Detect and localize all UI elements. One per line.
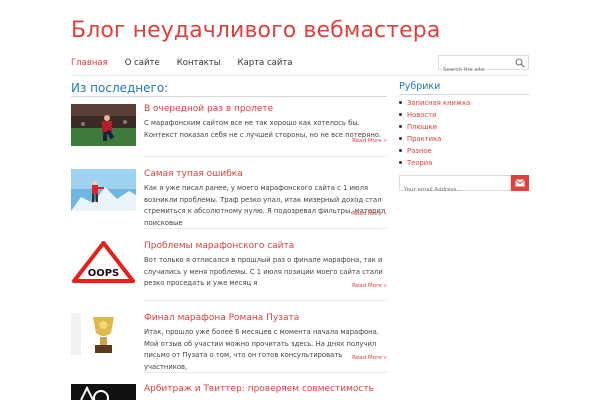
post-thumbnail[interactable] xyxy=(71,384,136,400)
post-separator xyxy=(144,372,387,373)
sidebar-underline xyxy=(399,94,529,95)
post-excerpt: Как я уже писал ранее, у моего марафонск… xyxy=(144,184,386,227)
bullet-icon xyxy=(399,136,402,140)
nav-item-sitemap[interactable]: Карта сайта xyxy=(237,58,292,68)
post-thumbnail[interactable]: OOPS xyxy=(71,241,136,283)
bullet-icon xyxy=(399,100,402,104)
post-item: OOPS Проблемы марафонского сайта Вот тол… xyxy=(71,241,387,303)
post-excerpt: Итак, прошло уже более 6 месяцев с момен… xyxy=(144,328,379,371)
post-title[interactable]: Арбитраж и Твиттер: проверяем совместимо… xyxy=(144,384,374,394)
post-item: Самая тупая ошибка Как я уже писал ранее… xyxy=(71,169,387,231)
search-icon[interactable] xyxy=(515,58,525,68)
category-list: Записная книжка Новости Плюшки Практика … xyxy=(399,97,470,169)
post-thumbnail[interactable] xyxy=(71,169,136,211)
read-more-link[interactable]: Read More » xyxy=(352,211,387,217)
section-title: Из последнего: xyxy=(71,81,169,95)
post-thumbnail[interactable] xyxy=(71,313,136,355)
oops-text: OOPS xyxy=(88,268,120,279)
post-item: В очередной раз в пролете С марафонским … xyxy=(71,104,387,160)
category-item[interactable]: Практика xyxy=(399,133,470,145)
post-separator xyxy=(144,228,387,229)
category-item[interactable]: Записная книжка xyxy=(399,97,470,109)
header-divider xyxy=(71,75,529,76)
post-title[interactable]: В очередной раз в пролете xyxy=(144,104,273,114)
email-field-wrapper xyxy=(399,175,511,197)
post-excerpt: С марафонским сайтом все не так хорошо к… xyxy=(144,119,382,139)
nav-item-contacts[interactable]: Контакты xyxy=(177,58,221,68)
read-more-link[interactable]: Read More » xyxy=(352,283,387,289)
category-item[interactable]: Новости xyxy=(399,109,470,121)
bullet-icon xyxy=(399,160,402,164)
bullet-icon xyxy=(399,124,402,128)
post-item: Арбитраж и Твиттер: проверяем совместимо… xyxy=(71,384,387,400)
sidebar-title: Рубрики xyxy=(399,81,441,92)
category-item[interactable]: Плюшки xyxy=(399,121,470,133)
search-box xyxy=(438,55,529,77)
nav-item-about[interactable]: О сайте xyxy=(125,58,160,68)
category-item[interactable]: Теория xyxy=(399,157,470,169)
email-field[interactable] xyxy=(400,183,508,197)
read-more-link[interactable]: Read More » xyxy=(352,138,387,144)
post-thumbnail[interactable] xyxy=(71,104,136,146)
post-title[interactable]: Проблемы марафонского сайта xyxy=(144,241,294,251)
subscribe-button[interactable] xyxy=(511,175,529,191)
category-item[interactable]: Разное xyxy=(399,145,470,157)
section-underline xyxy=(71,96,387,97)
post-separator xyxy=(144,300,387,301)
site-title[interactable]: Блог неудачливого вебмастера xyxy=(71,18,440,43)
bullet-icon xyxy=(399,112,402,116)
envelope-icon xyxy=(515,179,525,187)
post-excerpt: Вот только я отписался в прошлый раз о ф… xyxy=(144,256,383,288)
nav-item-home[interactable]: Главная xyxy=(71,58,108,68)
post-title[interactable]: Самая тупая ошибка xyxy=(144,169,243,179)
post-item: Финал марафона Романа Пузата Итак, прошл… xyxy=(71,313,387,375)
main-nav: Главная О сайте Контакты Карта сайта xyxy=(71,58,310,68)
read-more-link[interactable]: Read More » xyxy=(352,355,387,361)
bullet-icon xyxy=(399,148,402,152)
post-title[interactable]: Финал марафона Романа Пузата xyxy=(144,313,299,323)
post-separator xyxy=(144,156,387,157)
